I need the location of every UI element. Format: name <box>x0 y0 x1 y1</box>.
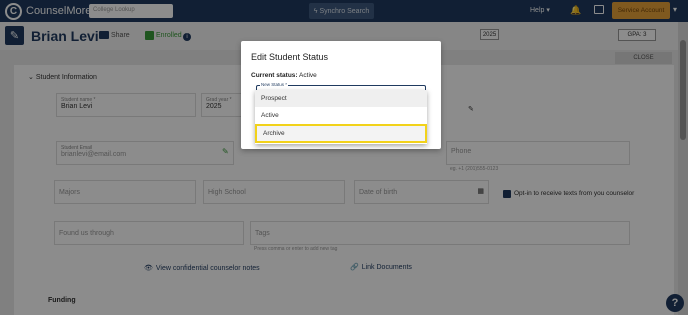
status-dropdown-menu: Prospect Active Archive <box>255 90 427 144</box>
current-status-value: Active <box>299 72 317 79</box>
option-prospect[interactable]: Prospect <box>255 90 427 107</box>
option-archive[interactable]: Archive <box>255 124 427 143</box>
option-active[interactable]: Active <box>255 107 427 124</box>
current-status-label: Current status: <box>251 72 298 79</box>
current-status: Current status: Active <box>251 72 317 79</box>
modal-title: Edit Student Status <box>251 52 329 62</box>
new-status-label: New Status * <box>260 82 289 87</box>
